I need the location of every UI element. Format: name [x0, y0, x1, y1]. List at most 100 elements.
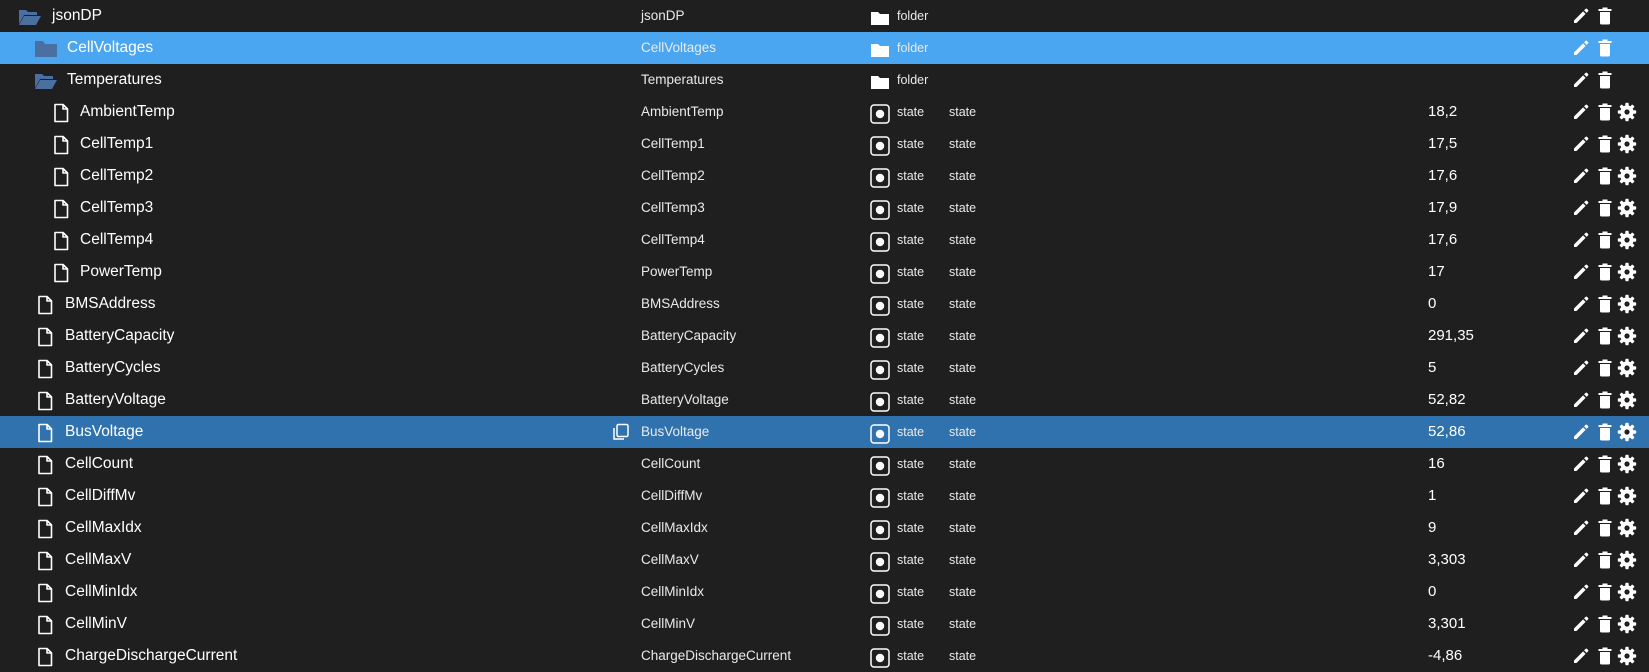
- pencil-icon[interactable]: [1571, 422, 1591, 442]
- pencil-icon[interactable]: [1571, 326, 1591, 346]
- tree-row[interactable]: CellTemp1 CellTemp1 state state 17,5: [0, 128, 1649, 160]
- file-icon[interactable]: [53, 263, 75, 283]
- trash-icon[interactable]: [1595, 166, 1615, 186]
- object-value[interactable]: 0: [1428, 583, 1436, 601]
- object-value[interactable]: 18,2: [1428, 103, 1457, 121]
- pencil-icon[interactable]: [1571, 102, 1591, 122]
- file-icon[interactable]: [37, 551, 59, 571]
- tree-row[interactable]: CellMinV CellMinV state state 3,301: [0, 608, 1649, 640]
- tree-row[interactable]: CellCount CellCount state state 16: [0, 448, 1649, 480]
- gear-icon[interactable]: [1617, 294, 1637, 314]
- pencil-icon[interactable]: [1571, 614, 1591, 634]
- tree-row[interactable]: Temperatures Temperatures folder: [0, 64, 1649, 96]
- pencil-icon[interactable]: [1571, 262, 1591, 282]
- gear-icon[interactable]: [1617, 646, 1637, 666]
- trash-icon[interactable]: [1595, 70, 1615, 90]
- object-value[interactable]: 52,82: [1428, 391, 1466, 409]
- tree-row[interactable]: AmbientTemp AmbientTemp state state 18,2: [0, 96, 1649, 128]
- gear-icon[interactable]: [1617, 486, 1637, 506]
- pencil-icon[interactable]: [1571, 294, 1591, 314]
- gear-icon[interactable]: [1617, 262, 1637, 282]
- tree-row[interactable]: CellTemp4 CellTemp4 state state 17,6: [0, 224, 1649, 256]
- trash-icon[interactable]: [1595, 134, 1615, 154]
- object-value[interactable]: 3,303: [1428, 551, 1466, 569]
- object-value[interactable]: 5: [1428, 359, 1436, 377]
- file-icon[interactable]: [37, 391, 59, 411]
- pencil-icon[interactable]: [1571, 198, 1591, 218]
- object-value[interactable]: 17,5: [1428, 135, 1457, 153]
- trash-icon[interactable]: [1595, 614, 1615, 634]
- object-value[interactable]: 3,301: [1428, 615, 1466, 633]
- object-value[interactable]: 9: [1428, 519, 1436, 537]
- folder-icon[interactable]: [34, 39, 57, 57]
- trash-icon[interactable]: [1595, 262, 1615, 282]
- pencil-icon[interactable]: [1571, 358, 1591, 378]
- pencil-icon[interactable]: [1571, 38, 1591, 58]
- file-icon[interactable]: [37, 423, 59, 443]
- file-icon[interactable]: [37, 359, 59, 379]
- tree-row[interactable]: BatteryCycles BatteryCycles state state 5: [0, 352, 1649, 384]
- pencil-icon[interactable]: [1571, 390, 1591, 410]
- gear-icon[interactable]: [1617, 166, 1637, 186]
- file-icon[interactable]: [37, 583, 59, 603]
- file-icon[interactable]: [53, 167, 75, 187]
- pencil-icon[interactable]: [1571, 646, 1591, 666]
- gear-icon[interactable]: [1617, 582, 1637, 602]
- trash-icon[interactable]: [1595, 38, 1615, 58]
- file-icon[interactable]: [37, 487, 59, 507]
- gear-icon[interactable]: [1617, 390, 1637, 410]
- folder-open-icon[interactable]: [18, 7, 41, 25]
- tree-row[interactable]: ChargeDischargeCurrent ChargeDischargeCur…: [0, 640, 1649, 672]
- file-icon[interactable]: [37, 327, 59, 347]
- tree-row[interactable]: CellTemp2 CellTemp2 state state 17,6: [0, 160, 1649, 192]
- trash-icon[interactable]: [1595, 422, 1615, 442]
- gear-icon[interactable]: [1617, 198, 1637, 218]
- object-value[interactable]: 52,86: [1428, 423, 1466, 441]
- trash-icon[interactable]: [1595, 6, 1615, 26]
- pencil-icon[interactable]: [1571, 6, 1591, 26]
- trash-icon[interactable]: [1595, 646, 1615, 666]
- gear-icon[interactable]: [1617, 102, 1637, 122]
- tree-row[interactable]: PowerTemp PowerTemp state state 17: [0, 256, 1649, 288]
- trash-icon[interactable]: [1595, 390, 1615, 410]
- trash-icon[interactable]: [1595, 518, 1615, 538]
- trash-icon[interactable]: [1595, 198, 1615, 218]
- trash-icon[interactable]: [1595, 582, 1615, 602]
- trash-icon[interactable]: [1595, 294, 1615, 314]
- tree-row[interactable]: BusVoltage BusVoltage state state 52,86: [0, 416, 1649, 448]
- tree-row[interactable]: CellDiffMv CellDiffMv state state 1: [0, 480, 1649, 512]
- object-value[interactable]: 17,9: [1428, 199, 1457, 217]
- gear-icon[interactable]: [1617, 614, 1637, 634]
- pencil-icon[interactable]: [1571, 230, 1591, 250]
- tree-row[interactable]: CellMaxV CellMaxV state state 3,303: [0, 544, 1649, 576]
- file-icon[interactable]: [37, 647, 59, 667]
- pencil-icon[interactable]: [1571, 486, 1591, 506]
- file-icon[interactable]: [53, 231, 75, 251]
- pencil-icon[interactable]: [1571, 134, 1591, 154]
- file-icon[interactable]: [53, 135, 75, 155]
- gear-icon[interactable]: [1617, 326, 1637, 346]
- file-icon[interactable]: [53, 103, 75, 123]
- object-value[interactable]: 16: [1428, 455, 1445, 473]
- gear-icon[interactable]: [1617, 134, 1637, 154]
- file-icon[interactable]: [37, 615, 59, 635]
- object-value[interactable]: -4,86: [1428, 647, 1462, 665]
- object-value[interactable]: 1: [1428, 487, 1436, 505]
- tree-row[interactable]: BatteryVoltage BatteryVoltage state state 52…: [0, 384, 1649, 416]
- object-value[interactable]: 291,35: [1428, 327, 1474, 345]
- trash-icon[interactable]: [1595, 230, 1615, 250]
- tree-row[interactable]: CellVoltages CellVoltages folder: [0, 32, 1649, 64]
- tree-row[interactable]: BatteryCapacity BatteryCapacity state state…: [0, 320, 1649, 352]
- object-value[interactable]: 17: [1428, 263, 1445, 281]
- tree-row[interactable]: CellTemp3 CellTemp3 state state 17,9: [0, 192, 1649, 224]
- trash-icon[interactable]: [1595, 358, 1615, 378]
- pencil-icon[interactable]: [1571, 166, 1591, 186]
- tree-row[interactable]: jsonDP jsonDP folder: [0, 0, 1649, 32]
- gear-icon[interactable]: [1617, 550, 1637, 570]
- gear-icon[interactable]: [1617, 230, 1637, 250]
- tree-row[interactable]: CellMaxIdx CellMaxIdx state state 9: [0, 512, 1649, 544]
- object-value[interactable]: 17,6: [1428, 231, 1457, 249]
- file-icon[interactable]: [37, 519, 59, 539]
- tree-row[interactable]: BMSAddress BMSAddress state state 0: [0, 288, 1649, 320]
- trash-icon[interactable]: [1595, 326, 1615, 346]
